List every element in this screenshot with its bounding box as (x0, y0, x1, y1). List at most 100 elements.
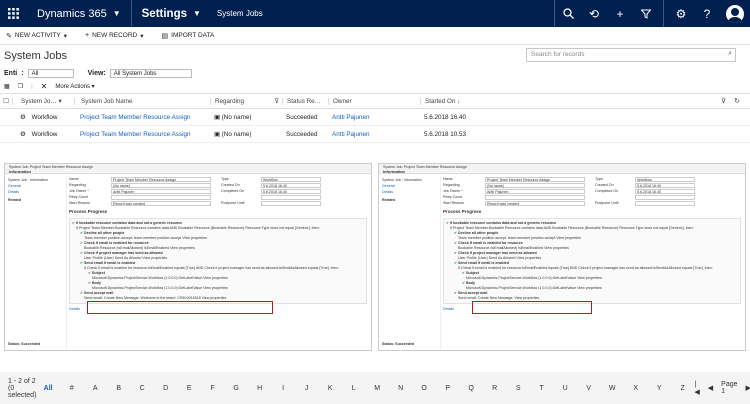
letter-filter-all[interactable]: All (36, 385, 60, 392)
highlight-box (472, 301, 592, 314)
new-record-button[interactable]: + NEW RECORD ▾ (85, 32, 144, 40)
delete-icon[interactable]: ✕ (41, 82, 48, 91)
owner-link[interactable]: Antti Pajunen (328, 114, 420, 121)
letter-filter-m[interactable]: M (365, 385, 389, 392)
table-row[interactable]: ⚙ Workflow Project Team Member Resource A… (0, 109, 750, 126)
shot-header: System Job: Project Team Member Resource… (379, 164, 745, 174)
import-data-button[interactable]: ▤ IMPORT DATA (162, 32, 215, 40)
column-header-regarding[interactable]: Regarding ⊽ (210, 97, 282, 105)
letter-filter-t[interactable]: T (530, 385, 554, 392)
filter-icon[interactable]: ⊽ (721, 97, 726, 105)
app-switcher[interactable]: Dynamics 365 ▼ (27, 0, 131, 27)
shot-process-step: Microsoft.Dynamics.ProjectService.Workfl… (466, 286, 602, 290)
record-link[interactable]: Project Team Member Resource Assign (74, 114, 210, 121)
letter-filter-i[interactable]: I (271, 385, 295, 392)
embedded-screenshot-right: System Job: Project Team Member Resource… (378, 163, 746, 351)
letter-filter-n[interactable]: N (389, 385, 413, 392)
first-page-icon[interactable]: |◀ (694, 381, 699, 396)
letter-filter-q[interactable]: Q (459, 385, 483, 392)
shot-field-cell: 5.6.2018 16.40 (261, 188, 321, 194)
shot-process-title: Process Progress (443, 209, 482, 214)
breadcrumb[interactable]: System Jobs (211, 9, 263, 18)
shot-process-step: Decline all other people (84, 231, 125, 235)
letter-filter-k[interactable]: K (318, 385, 342, 392)
prev-page-icon[interactable]: ◀ (708, 384, 713, 392)
view-label: View: (87, 70, 106, 77)
gear-icon[interactable]: ⚙ (668, 0, 694, 27)
search-icon[interactable] (555, 0, 581, 27)
letter-filter-d[interactable]: D (154, 385, 178, 392)
area-switcher[interactable]: Settings ▼ (132, 0, 211, 27)
shot-process-list: ✔ If bookable resource contains data and… (443, 218, 741, 304)
letter-filter-b[interactable]: B (107, 385, 131, 392)
app-launcher-icon[interactable] (0, 0, 27, 27)
shot-process-step: Send email: Create New Message. View pro… (458, 296, 540, 300)
letter-filter-a[interactable]: A (83, 385, 107, 392)
letter-filter-y[interactable]: Y (647, 385, 671, 392)
new-activity-label: NEW ACTIVITY (14, 32, 61, 39)
letter-filter-p[interactable]: P (436, 385, 460, 392)
table-row[interactable]: ⚙ Workflow Project Team Member Resource A… (0, 126, 750, 143)
letter-filter-r[interactable]: R (483, 385, 507, 392)
shot-field-cell: Project Team Member Resource Assign (485, 176, 585, 182)
letter-filter-f[interactable]: F (201, 385, 225, 392)
select-all-checkbox[interactable]: ☐ (0, 98, 12, 105)
help-icon[interactable]: ? (694, 0, 720, 27)
letter-filter-w[interactable]: W (600, 385, 624, 392)
letter-filter-h[interactable]: H (248, 385, 272, 392)
new-activity-button[interactable]: ✎ NEW ACTIVITY ▾ (6, 32, 67, 40)
filter-icon[interactable] (633, 0, 659, 27)
column-header-owner[interactable]: Owner (328, 97, 420, 105)
cell-regarding[interactable]: (No name) (222, 131, 252, 138)
cell-regarding[interactable]: (No name) (222, 114, 252, 121)
plus-icon[interactable]: + (607, 0, 633, 27)
import-icon: ▤ (161, 32, 169, 40)
letter-filter-j[interactable]: J (295, 385, 319, 392)
letter-filter-e[interactable]: E (177, 385, 201, 392)
letter-filter-c[interactable]: C (130, 385, 154, 392)
shot-field-cell (111, 194, 211, 200)
filter-icon: ⊽ (274, 97, 279, 105)
shot-process-step: Team member position accept: team-member… (84, 236, 207, 240)
next-page-icon[interactable]: ▶ (746, 384, 750, 392)
history-icon[interactable]: ⟲ (581, 0, 607, 27)
shot-nav-details: Details (382, 190, 393, 194)
column-header-started[interactable]: Started On ↓ (420, 97, 510, 105)
shot-process-step: Send accept mail (84, 291, 114, 295)
owner-link[interactable]: Antti Pajunen (328, 131, 420, 138)
entity-select[interactable]: All (27, 69, 74, 78)
shot-process-step: Body (92, 281, 101, 285)
refresh-icon[interactable]: ↻ (734, 97, 740, 105)
search-icon[interactable]: ⌕ (728, 50, 732, 58)
shot-related: Related (382, 198, 395, 202)
shot-status: Status: Succeeded (8, 342, 41, 346)
more-actions-button[interactable]: More Actions ▾ (55, 83, 94, 90)
letter-filter-x[interactable]: X (624, 385, 648, 392)
column-header-type[interactable]: System Jo… ▾ (12, 97, 74, 105)
shot-process-step: User Profile (User) Send As Allowed View… (84, 256, 168, 260)
shot-process-step: Body (466, 281, 475, 285)
letter-filter-hash[interactable]: # (60, 385, 84, 392)
letter-filter-z[interactable]: Z (671, 385, 695, 392)
shot-process-step: User Profile (User) Send As Allowed View… (458, 256, 542, 260)
letter-filter-v[interactable]: V (577, 385, 601, 392)
letter-filter-o[interactable]: O (412, 385, 436, 392)
shot-process-step: Subject (466, 271, 479, 275)
letter-filter-l[interactable]: L (342, 385, 366, 392)
shot-process-step: Bookable Resource (IsEmailAllowed) IsEma… (458, 246, 569, 250)
view-select[interactable]: All System Jobs (109, 69, 192, 78)
letter-filter-g[interactable]: G (224, 385, 248, 392)
export-icon[interactable]: ▦ (4, 83, 10, 90)
search-input[interactable]: Search for records (526, 48, 736, 62)
copy-icon[interactable]: ❐ (18, 83, 23, 90)
record-link[interactable]: Project Team Member Resource Assign (74, 131, 210, 138)
shot-field-cell: Record was created (485, 200, 585, 206)
column-header-name[interactable]: System Job Name (74, 97, 210, 105)
avatar[interactable] (726, 4, 744, 23)
column-header-status[interactable]: Status Re… (282, 97, 328, 105)
shot-field-cell: 5.6.2018 16.40 (635, 188, 695, 194)
shot-section: Information (383, 169, 405, 174)
area-name: Settings (141, 7, 187, 20)
letter-filter-u[interactable]: U (553, 385, 577, 392)
letter-filter-s[interactable]: S (506, 385, 530, 392)
